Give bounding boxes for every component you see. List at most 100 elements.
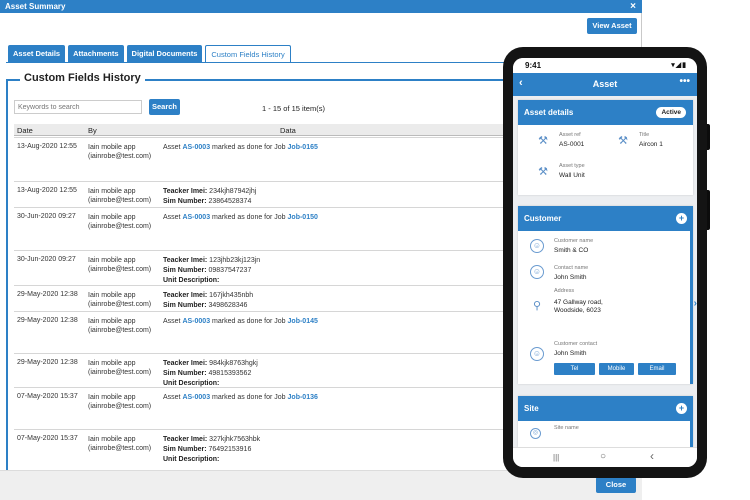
- row-by-name: Iain mobile app: [88, 188, 136, 195]
- section-title: Custom Fields History: [20, 72, 145, 84]
- card-title: Customer: [524, 214, 562, 223]
- row-by: Iain mobile app (iainrobe@test.com): [88, 359, 151, 377]
- row-by: Iain mobile app (iainrobe@test.com): [88, 291, 151, 309]
- column-header-date[interactable]: Date: [17, 126, 33, 135]
- row-by-name: Iain mobile app: [88, 292, 136, 299]
- row-date: 13-Aug-2020 12:55: [17, 187, 77, 194]
- row-by-email: (iainrobe@test.com): [88, 197, 152, 204]
- row-data-text: Asset: [163, 214, 183, 221]
- row-data: Asset AS-0003 marked as done for Job Job…: [163, 393, 318, 403]
- field-label: Teacker Imei:: [163, 188, 208, 195]
- asset-ref-label: Asset ref: [559, 132, 581, 138]
- row-by-name: Iain mobile app: [88, 144, 136, 151]
- close-button[interactable]: Close: [596, 477, 636, 493]
- row-by-name: Iain mobile app: [88, 214, 136, 221]
- recent-apps-icon[interactable]: |||: [553, 453, 559, 462]
- row-date: 07-May-2020 15:37: [17, 435, 78, 442]
- row-by-email: (iainrobe@test.com): [88, 403, 152, 410]
- card-title: Site: [524, 404, 539, 413]
- row-data: Teacker Imei: 327kjhk7563hbk Sim Number:…: [163, 435, 260, 465]
- customer-name-value: Smith & CO: [554, 247, 589, 254]
- asset-link[interactable]: AS-0003: [182, 318, 210, 325]
- field-value: 76492153916: [206, 446, 252, 453]
- asset-link[interactable]: AS-0003: [182, 214, 210, 221]
- field-label: Teacker Imei:: [163, 436, 208, 443]
- row-data-text: Asset: [163, 394, 183, 401]
- row-by: Iain mobile app (iainrobe@test.com): [88, 435, 151, 453]
- asset-link[interactable]: AS-0003: [182, 144, 210, 151]
- person-icon: ☺: [530, 347, 544, 361]
- location-pin-icon: ⚲: [532, 300, 542, 312]
- row-data-text: marked as done for Job: [210, 394, 288, 401]
- asset-title-value: Aircon 1: [639, 141, 663, 148]
- tab-digital-documents[interactable]: Digital Documents: [126, 45, 203, 62]
- field-label: Teacker Imei:: [163, 257, 208, 264]
- row-by-email: (iainrobe@test.com): [88, 223, 152, 230]
- location-icon: ◎: [530, 428, 541, 439]
- contact-actions: Tel Mobile Email: [554, 363, 684, 375]
- search-input[interactable]: [14, 100, 142, 114]
- tools-icon: ⚒: [618, 135, 628, 147]
- email-button[interactable]: Email: [638, 363, 676, 375]
- field-value: 23864528374: [206, 198, 252, 205]
- card-title: Asset details: [524, 108, 574, 117]
- contact-name-value: John Smith: [554, 274, 587, 281]
- job-link[interactable]: Job-0136: [288, 394, 318, 401]
- signal-battery-icon: ▾◢▮: [671, 62, 687, 69]
- customer-contact-value: John Smith: [554, 350, 587, 357]
- app-bar: ‹ Asset •••: [513, 73, 697, 96]
- row-by: Iain mobile app (iainrobe@test.com): [88, 187, 151, 205]
- field-value: 09837547237: [206, 267, 252, 274]
- row-data-text: marked as done for Job: [210, 214, 288, 221]
- site-header: Site +: [518, 396, 693, 421]
- row-by: Iain mobile app (iainrobe@test.com): [88, 213, 151, 231]
- row-by: Iain mobile app (iainrobe@test.com): [88, 256, 151, 274]
- field-label: Sim Number:: [163, 198, 207, 205]
- tel-button[interactable]: Tel: [554, 363, 595, 375]
- row-data: Teacker Imei: 123jhb23kj123jn Sim Number…: [163, 256, 260, 286]
- customer-name-label: Customer name: [554, 238, 594, 244]
- add-icon[interactable]: +: [676, 403, 687, 414]
- card-scrollbar[interactable]: [690, 231, 693, 384]
- asset-details-header: Asset details Active: [518, 100, 693, 125]
- field-value: 49815393562: [206, 370, 252, 377]
- chevron-right-icon[interactable]: ›: [694, 298, 697, 309]
- person-icon: ☺: [530, 239, 544, 253]
- field-value: 123jhb23kj123jn: [207, 257, 261, 264]
- person-icon: ☺: [530, 265, 544, 279]
- customer-card: Customer + ☺ Customer name Smith & CO ☺ …: [518, 206, 697, 384]
- more-options-icon[interactable]: •••: [679, 76, 690, 87]
- mobile-button[interactable]: Mobile: [599, 363, 634, 375]
- column-header-data[interactable]: Data: [280, 126, 296, 135]
- row-by-name: Iain mobile app: [88, 360, 136, 367]
- tab-custom-fields-history[interactable]: Custom Fields History: [205, 45, 291, 62]
- job-link[interactable]: Job-0165: [288, 144, 318, 151]
- close-icon[interactable]: ×: [630, 0, 636, 13]
- field-value: 234kjh87942jhj: [207, 188, 257, 195]
- tab-attachments[interactable]: Attachments: [68, 45, 124, 62]
- phone-status-bar: 9:41 ▾◢▮: [513, 58, 697, 73]
- tab-bar: Asset Details Attachments Digital Docume…: [8, 45, 291, 62]
- field-value: 327kjhk7563hbk: [207, 436, 261, 443]
- row-data: Asset AS-0003 marked as done for Job Job…: [163, 317, 318, 327]
- column-header-by[interactable]: By: [88, 126, 97, 135]
- row-by-email: (iainrobe@test.com): [88, 327, 152, 334]
- dialog-titlebar: Asset Summary ×: [0, 0, 642, 13]
- asset-link[interactable]: AS-0003: [182, 394, 210, 401]
- customer-header: Customer +: [518, 206, 693, 231]
- asset-title-label: Title: [639, 132, 650, 138]
- status-time: 9:41: [525, 61, 542, 70]
- row-data-text: marked as done for Job: [210, 318, 288, 325]
- card-scrollbar[interactable]: [690, 421, 693, 447]
- dialog-title: Asset Summary: [5, 2, 66, 11]
- tab-asset-details[interactable]: Asset Details: [8, 45, 66, 62]
- job-link[interactable]: Job-0150: [288, 214, 318, 221]
- row-by-email: (iainrobe@test.com): [88, 266, 152, 273]
- job-link[interactable]: Job-0145: [288, 318, 318, 325]
- nav-back-icon[interactable]: ‹: [650, 449, 654, 463]
- row-by-name: Iain mobile app: [88, 257, 136, 264]
- add-icon[interactable]: +: [676, 213, 687, 224]
- view-asset-button[interactable]: View Asset: [587, 18, 637, 34]
- home-icon[interactable]: ○: [600, 451, 606, 462]
- search-button[interactable]: Search: [149, 99, 180, 115]
